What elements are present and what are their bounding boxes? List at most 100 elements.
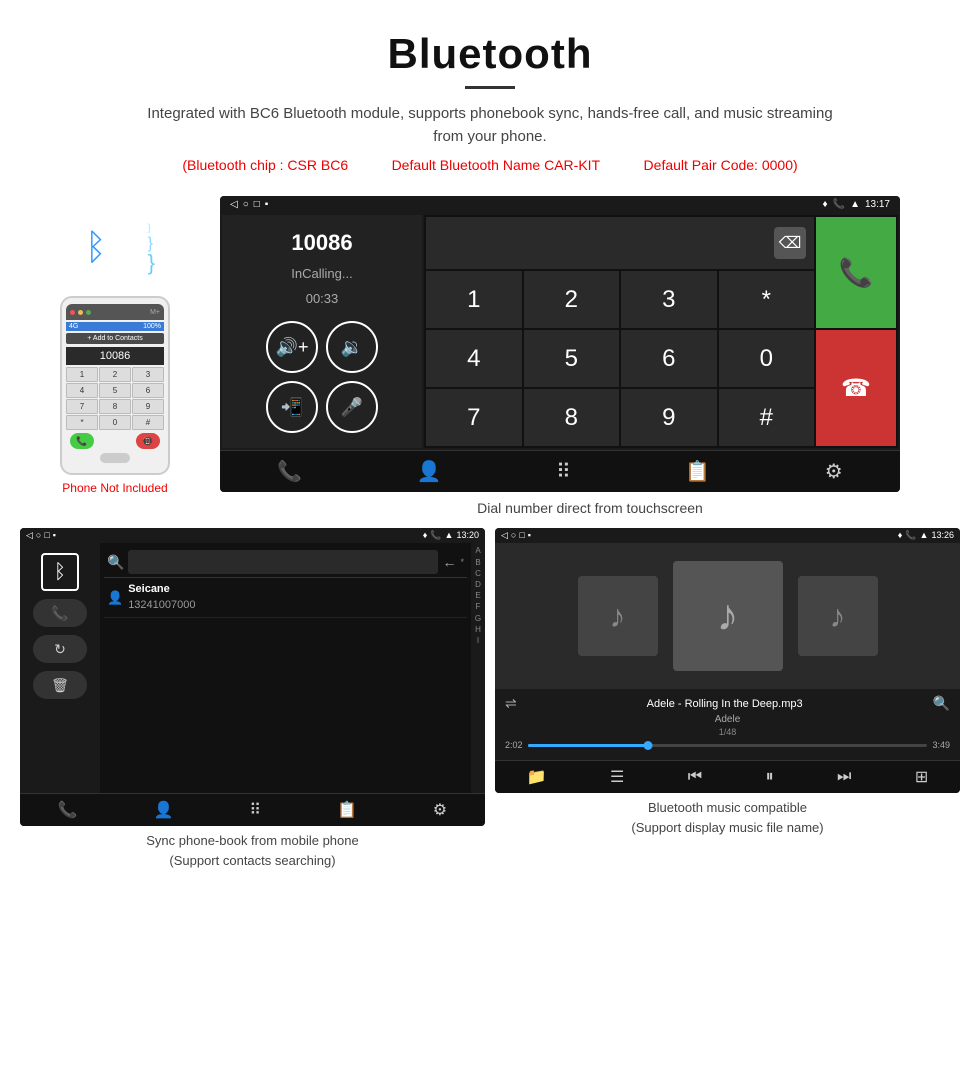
pb-phone-icon: 📞: [430, 530, 441, 541]
pb-letter-e[interactable]: E: [475, 590, 480, 601]
pb-contact-item[interactable]: 👤 Seicane 13241007000: [104, 578, 467, 618]
phone-endcall-button[interactable]: 📵: [136, 433, 160, 449]
phone-key-star[interactable]: *: [66, 415, 98, 430]
nav-contacts-icon[interactable]: 👤: [417, 459, 442, 484]
pb-contact-list: 🔍 ← * 👤 Seicane 13241007000: [100, 543, 471, 793]
dial-key-9[interactable]: 9: [621, 389, 717, 446]
pb-letter-d[interactable]: D: [475, 579, 481, 590]
phone-battery: 100%: [143, 323, 161, 330]
music-home-icon[interactable]: ○: [511, 530, 516, 541]
music-screen: ◁ ○ □ ▪ ♦ 📞 ▲ 13:26 ♪ ♪ ♪: [495, 528, 960, 793]
pb-letter-h[interactable]: H: [475, 624, 481, 635]
pb-search-input[interactable]: [128, 550, 438, 574]
dial-key-1[interactable]: 1: [426, 271, 522, 328]
pb-time: 13:20: [456, 530, 479, 541]
dial-key-hash[interactable]: #: [719, 389, 815, 446]
status-right-icons: ♦ 📞 ▲ 13:17: [823, 199, 891, 210]
dial-key-8[interactable]: 8: [524, 389, 620, 446]
pb-home-icon[interactable]: ○: [36, 530, 41, 541]
phone-call-button[interactable]: 📞: [70, 433, 94, 449]
dial-key-6[interactable]: 6: [621, 330, 717, 387]
dial-call-button[interactable]: 📞: [816, 217, 896, 328]
dial-caller-panel: 10086 InCalling... 00:33 🔊+ 🔉 📲 🎤: [222, 215, 422, 448]
music-prev-icon[interactable]: ⏮: [688, 768, 702, 786]
pb-letter-c[interactable]: C: [475, 568, 481, 579]
music-status-right: ♦ 📞 ▲ 13:26: [898, 530, 954, 541]
dial-key-2[interactable]: 2: [524, 271, 620, 328]
bluetooth-waves-icon: } } }: [148, 224, 155, 274]
dial-key-4[interactable]: 4: [426, 330, 522, 387]
dial-key-3[interactable]: 3: [621, 271, 717, 328]
phone-key-5[interactable]: 5: [99, 383, 131, 398]
dial-key-0[interactable]: 0: [719, 330, 815, 387]
pb-nav-phone-icon[interactable]: 📞: [58, 800, 78, 820]
music-list-icon[interactable]: ☰: [610, 767, 624, 787]
music-next-icon[interactable]: ⏭: [837, 768, 851, 786]
nav-settings-icon[interactable]: ⚙: [825, 459, 843, 484]
pb-letter-f[interactable]: F: [476, 601, 481, 612]
music-play-pause-icon[interactable]: ⏸: [766, 768, 774, 786]
dial-key-star[interactable]: *: [719, 271, 815, 328]
phone-key-4[interactable]: 4: [66, 383, 98, 398]
pb-nav-transfer-icon[interactable]: 📋: [337, 800, 357, 820]
phone-key-9[interactable]: 9: [132, 399, 164, 414]
pb-contact-person-icon: 👤: [107, 590, 123, 606]
pb-nav-contacts-icon[interactable]: 👤: [154, 800, 174, 820]
pb-menu-icon[interactable]: ▪: [53, 530, 56, 541]
nav-home-icon[interactable]: ○: [243, 199, 249, 210]
pb-back-arrow-icon[interactable]: ←: [442, 554, 456, 570]
pb-sync-button[interactable]: ↻: [33, 635, 87, 663]
volume-up-button[interactable]: 🔊+: [266, 321, 318, 373]
phone-home-button[interactable]: [100, 453, 130, 463]
nav-recents-icon[interactable]: □: [254, 199, 260, 210]
music-progress-bar[interactable]: [528, 744, 928, 747]
dial-backspace-button[interactable]: ⌫: [774, 227, 806, 259]
pb-back-icon[interactable]: ◁: [26, 530, 33, 541]
nav-phone-icon[interactable]: 📞: [277, 459, 302, 484]
nav-menu-icon[interactable]: ▪: [265, 199, 269, 210]
pb-letter-i[interactable]: I: [477, 635, 479, 646]
transfer-button[interactable]: 📲: [266, 381, 318, 433]
phone-key-8[interactable]: 8: [99, 399, 131, 414]
phone-key-1[interactable]: 1: [66, 367, 98, 382]
music-artist: Adele: [505, 714, 950, 725]
music-shuffle-icon[interactable]: ⇌: [505, 695, 517, 712]
music-status-bar: ◁ ○ □ ▪ ♦ 📞 ▲ 13:26: [495, 528, 960, 543]
phone-key-0[interactable]: 0: [99, 415, 131, 430]
pb-wifi-icon: ▲: [445, 530, 454, 541]
music-equalizer-icon[interactable]: ⊞: [915, 767, 928, 787]
phone-key-hash[interactable]: #: [132, 415, 164, 430]
pb-recent-icon[interactable]: □: [44, 530, 49, 541]
header-divider: [465, 86, 515, 89]
music-recent-icon[interactable]: □: [519, 530, 524, 541]
music-menu-icon[interactable]: ▪: [528, 530, 531, 541]
nav-transfer-icon[interactable]: 📋: [685, 459, 710, 484]
music-search-icon[interactable]: 🔍: [933, 695, 950, 712]
pb-nav-settings-icon[interactable]: ⚙: [433, 800, 447, 820]
nav-back-icon[interactable]: ◁: [230, 199, 238, 210]
dial-key-5[interactable]: 5: [524, 330, 620, 387]
pb-delete-button[interactable]: 🗑: [33, 671, 87, 699]
dial-key-7[interactable]: 7: [426, 389, 522, 446]
pb-nav-dialpad-icon[interactable]: ⠿: [249, 800, 261, 820]
mute-button[interactable]: 🎤: [326, 381, 378, 433]
phone-key-3[interactable]: 3: [132, 367, 164, 382]
pb-letter-b[interactable]: B: [475, 557, 480, 568]
pb-letter-a[interactable]: A: [475, 545, 480, 556]
phone-bottom-buttons: 📞 📵: [66, 433, 164, 449]
phone-top-bar: M+: [66, 304, 164, 320]
music-folder-icon[interactable]: 📁: [527, 767, 547, 787]
volume-down-button[interactable]: 🔉: [326, 321, 378, 373]
music-back-icon[interactable]: ◁: [501, 530, 508, 541]
dial-endcall-button[interactable]: ☎: [816, 330, 896, 446]
phone-key-2[interactable]: 2: [99, 367, 131, 382]
pb-letter-g[interactable]: G: [475, 613, 481, 624]
phone-key-6[interactable]: 6: [132, 383, 164, 398]
phone-key-7[interactable]: 7: [66, 399, 98, 414]
phone-not-included-label: Phone Not Included: [62, 481, 167, 495]
nav-dialpad-icon[interactable]: ⠿: [556, 459, 571, 484]
pb-alphabet-bar: A B C D E F G H I: [471, 543, 485, 793]
phone-dialpad: 1 2 3 4 5 6 7 8 9 * 0 #: [66, 367, 164, 430]
pb-call-button[interactable]: 📞: [33, 599, 87, 627]
music-progress-dot: [643, 741, 652, 750]
